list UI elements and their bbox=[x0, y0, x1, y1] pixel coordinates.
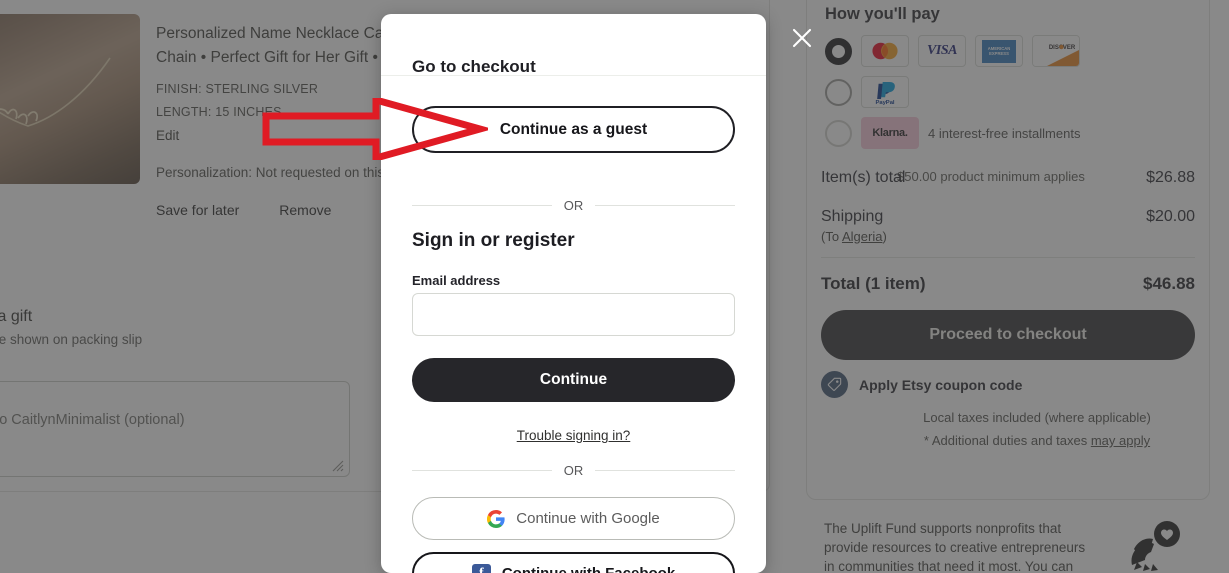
modal-header: Go to checkout bbox=[381, 14, 766, 76]
divider-line-right bbox=[595, 205, 735, 206]
or-label-top: OR bbox=[563, 198, 584, 213]
facebook-button-label: Continue with Facebook bbox=[502, 565, 675, 573]
continue-button[interactable]: Continue bbox=[412, 358, 735, 402]
screen-root: Personalized Name Necklace CaitlynMinima… bbox=[0, 0, 1229, 573]
or-label-bottom: OR bbox=[563, 463, 584, 478]
divider-line-left-2 bbox=[412, 470, 552, 471]
trouble-signing-in-link[interactable]: Trouble signing in? bbox=[412, 428, 735, 443]
modal-title: Go to checkout bbox=[412, 57, 536, 76]
continue-with-facebook-button[interactable]: f Continue with Facebook bbox=[412, 552, 735, 573]
close-icon[interactable] bbox=[790, 26, 814, 50]
divider-line-left bbox=[412, 205, 552, 206]
continue-as-guest-button[interactable]: Continue as a guest bbox=[412, 106, 735, 153]
google-button-label: Continue with Google bbox=[516, 510, 660, 527]
facebook-icon: f bbox=[471, 564, 491, 573]
sign-in-heading: Sign in or register bbox=[412, 230, 575, 251]
email-input[interactable] bbox=[412, 293, 735, 336]
google-icon bbox=[487, 509, 505, 528]
email-address-label: Email address bbox=[412, 273, 501, 288]
continue-with-google-button[interactable]: Continue with Google bbox=[412, 497, 735, 540]
or-divider-top: OR bbox=[412, 198, 735, 213]
or-divider-bottom: OR bbox=[412, 463, 735, 478]
checkout-modal: Go to checkout Continue as a guest OR Si… bbox=[381, 14, 766, 573]
divider-line-right-2 bbox=[595, 470, 735, 471]
